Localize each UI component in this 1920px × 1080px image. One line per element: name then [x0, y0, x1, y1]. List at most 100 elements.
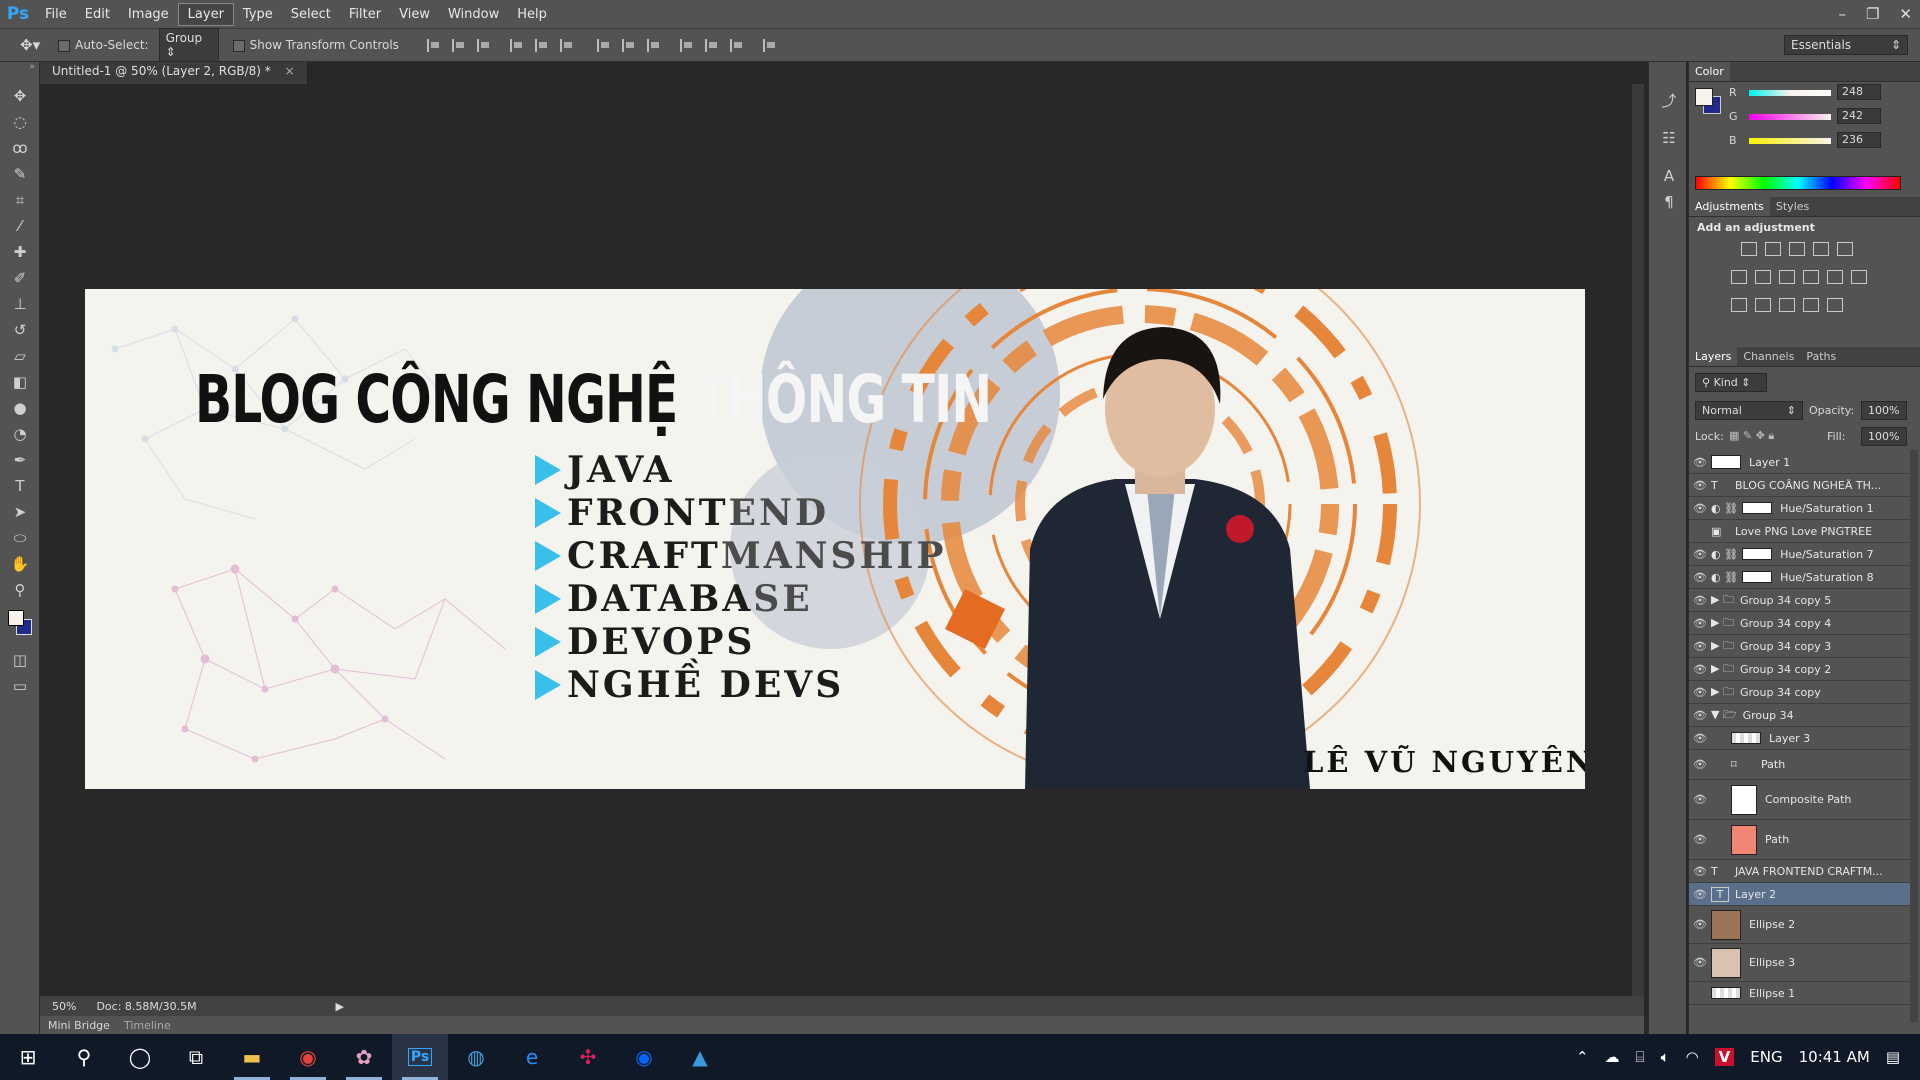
expand-arrow-icon[interactable]: ▶ 🗀︎: [1711, 683, 1734, 702]
color-swatches[interactable]: [0, 606, 39, 646]
hand-tool-icon[interactable]: ✋: [7, 552, 33, 576]
channel-g-value[interactable]: 242: [1837, 108, 1881, 124]
blur-tool-icon[interactable]: ●: [7, 396, 33, 420]
type-tool-icon[interactable]: T: [7, 474, 33, 498]
layer-row[interactable]: 👁︎ ◐ ⛓ Hue/Saturation 8: [1689, 566, 1914, 589]
collapse-arrow-icon[interactable]: ▼ 🗁︎: [1711, 706, 1737, 725]
globe-app-icon[interactable]: ◍: [448, 1034, 504, 1080]
curves-icon[interactable]: [1789, 242, 1805, 256]
threshold-icon[interactable]: [1779, 298, 1795, 312]
paragraph-panel-icon[interactable]: ¶: [1656, 190, 1682, 214]
crop-tool-icon[interactable]: ⌗: [7, 188, 33, 212]
doc-size[interactable]: Doc: 8.58M/30.5M: [96, 1000, 196, 1013]
layer-row[interactable]: 👁︎ T BLOG COÂNG NGHEÄ TH...: [1689, 474, 1914, 497]
tab-mini-bridge[interactable]: Mini Bridge: [48, 1019, 110, 1032]
visibility-eye-icon[interactable]: 👁︎: [1689, 956, 1711, 969]
visibility-eye-icon[interactable]: 👁︎: [1689, 732, 1711, 745]
onedrive-icon[interactable]: ☁: [1605, 1048, 1620, 1066]
notifications-icon[interactable]: ▤: [1886, 1048, 1900, 1066]
photoshop-taskbar-icon[interactable]: Ps: [392, 1034, 448, 1080]
menu-file[interactable]: File: [36, 4, 76, 25]
menu-layer[interactable]: Layer: [177, 2, 234, 26]
menu-edit[interactable]: Edit: [76, 4, 119, 25]
align-right-icon[interactable]: [559, 38, 573, 52]
menu-view[interactable]: View: [390, 4, 439, 25]
layer-row[interactable]: 👁︎ Ellipse 3: [1689, 944, 1914, 982]
lock-icons[interactable]: ▦ ✎ ✥ 🔒︎: [1729, 429, 1774, 443]
collapse-icon[interactable]: »: [0, 62, 39, 82]
posterize-icon[interactable]: [1755, 298, 1771, 312]
layer-row[interactable]: 👁︎ Layer 1: [1689, 451, 1914, 474]
color-spectrum[interactable]: [1695, 176, 1901, 190]
wifi-icon[interactable]: ◠: [1686, 1048, 1699, 1066]
character-panel-icon[interactable]: A: [1656, 164, 1682, 188]
layer-row[interactable]: 👁︎ Composite Path: [1689, 780, 1914, 820]
layer-row-selected[interactable]: 👁︎ T Layer 2: [1689, 883, 1914, 906]
close-tab-icon[interactable]: ×: [285, 64, 295, 78]
visibility-eye-icon[interactable]: 👁︎: [1689, 758, 1711, 771]
slack-icon[interactable]: ✣: [560, 1034, 616, 1080]
align-bottom-icon[interactable]: [476, 38, 490, 52]
distribute-top-icon[interactable]: [596, 38, 610, 52]
visibility-eye-icon[interactable]: 👁︎: [1689, 663, 1711, 676]
chrome-icon[interactable]: ◉: [280, 1034, 336, 1080]
distribute-right-icon[interactable]: [729, 38, 743, 52]
visibility-eye-icon[interactable]: 👁︎: [1689, 502, 1711, 515]
layer-row[interactable]: 👁︎ ◐ ⛓ Hue/Saturation 7: [1689, 543, 1914, 566]
visibility-eye-icon[interactable]: 👁︎: [1689, 888, 1711, 901]
search-icon[interactable]: ⚲: [56, 1034, 112, 1080]
lasso-tool-icon[interactable]: ꝏ: [7, 136, 33, 160]
layer-row[interactable]: 👁︎ ▶ 🗀︎ Group 34 copy 5: [1689, 589, 1914, 612]
tab-paths[interactable]: Paths: [1800, 347, 1842, 366]
color-balance-icon[interactable]: [1755, 270, 1771, 284]
expand-arrow-icon[interactable]: ▶ 🗀︎: [1711, 614, 1734, 633]
document-tab[interactable]: Untitled-1 @ 50% (Layer 2, RGB/8) * ×: [40, 62, 308, 84]
visibility-eye-icon[interactable]: 👁︎: [1689, 709, 1711, 722]
show-transform-checkbox[interactable]: Show Transform Controls: [232, 38, 399, 52]
fill-input[interactable]: 100%: [1861, 427, 1907, 446]
layer-row[interactable]: 👁︎ ▶ 🗀︎ Group 34 copy 3: [1689, 635, 1914, 658]
distribute-vcenter-icon[interactable]: [621, 38, 635, 52]
visibility-eye-icon[interactable]: 👁︎: [1689, 548, 1711, 561]
history-panel-icon[interactable]: ⤴: [1656, 88, 1682, 112]
exposure-icon[interactable]: [1813, 242, 1829, 256]
healing-brush-icon[interactable]: ✚: [7, 240, 33, 264]
visibility-eye-icon[interactable]: 👁︎: [1689, 479, 1711, 492]
layer-row[interactable]: 👁︎ T JAVA FRONTEND CRAFTM...: [1689, 860, 1914, 883]
align-hcenter-icon[interactable]: [534, 38, 548, 52]
auto-select-dropdown[interactable]: Group ⇕: [158, 28, 219, 62]
visibility-eye-icon[interactable]: 👁︎: [1689, 571, 1711, 584]
visibility-eye-icon[interactable]: 👁︎: [1689, 865, 1711, 878]
task-view-icon[interactable]: ⧉: [168, 1034, 224, 1080]
channel-b-value[interactable]: 236: [1837, 132, 1881, 148]
photo-filter-icon[interactable]: [1803, 270, 1819, 284]
paint-bucket-icon[interactable]: ◧: [7, 370, 33, 394]
status-menu-arrow-icon[interactable]: ▶: [336, 1000, 344, 1013]
vivaldi-tray-icon[interactable]: V: [1714, 1048, 1735, 1066]
layer-row[interactable]: 👁︎ ◐ ⛓ Hue/Saturation 1: [1689, 497, 1914, 520]
hue-saturation-icon[interactable]: [1731, 270, 1747, 284]
photos-icon[interactable]: ▲: [672, 1034, 728, 1080]
channel-b-slider[interactable]: [1749, 138, 1831, 144]
layer-row[interactable]: 👁︎ Layer 3: [1689, 727, 1914, 750]
marquee-tool-icon[interactable]: ◌: [7, 110, 33, 134]
quick-select-tool-icon[interactable]: ✎: [7, 162, 33, 186]
zalo-icon[interactable]: ◉: [616, 1034, 672, 1080]
paint-app-icon[interactable]: ✿: [336, 1034, 392, 1080]
restore-button[interactable]: ❐: [1866, 5, 1879, 23]
quick-mask-icon[interactable]: ◫: [7, 648, 33, 672]
expand-arrow-icon[interactable]: ▶ 🗀︎: [1711, 591, 1734, 610]
brush-tool-icon[interactable]: ✐: [7, 266, 33, 290]
layer-row[interactable]: 👁︎ ▶ 🗀︎ Group 34 copy 2: [1689, 658, 1914, 681]
menu-type[interactable]: Type: [234, 4, 282, 25]
gradient-map-icon[interactable]: [1827, 298, 1843, 312]
layer-row[interactable]: 👁︎ ▶ 🗀︎ Group 34 copy: [1689, 681, 1914, 704]
layer-row[interactable]: ▣ Love PNG Love PNGTREE: [1689, 520, 1914, 543]
path-select-icon[interactable]: ➤: [7, 500, 33, 524]
menu-window[interactable]: Window: [439, 4, 508, 25]
tab-channels[interactable]: Channels: [1737, 347, 1800, 366]
black-white-icon[interactable]: [1779, 270, 1795, 284]
visibility-eye-icon[interactable]: 👁︎: [1689, 793, 1711, 806]
edge-icon[interactable]: e: [504, 1034, 560, 1080]
move-tool-icon[interactable]: ✥: [7, 84, 33, 108]
